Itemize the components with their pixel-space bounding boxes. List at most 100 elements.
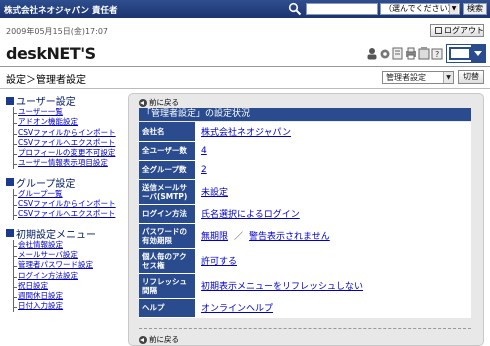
row-key: ヘルプ	[139, 298, 195, 318]
back-link-top[interactable]: 前に戻る	[139, 97, 179, 108]
sidebar-item-login-method[interactable]: ログイン方法設定	[6, 270, 124, 282]
datetime: 2009年05月15日(金)17:07	[6, 27, 109, 36]
sidebar-item-csv-import[interactable]: CSVファイルからインポート	[6, 127, 124, 139]
group-count-link[interactable]: 2	[201, 165, 207, 175]
help-icon[interactable]: ?	[431, 47, 443, 60]
bullet-square-icon	[6, 229, 14, 238]
divider	[0, 88, 490, 89]
search-input[interactable]	[306, 3, 378, 15]
divider	[0, 66, 490, 67]
sidebar-link[interactable]: 週間休日設定	[18, 291, 63, 300]
sidebar-link[interactable]: 管理者パスワード設定	[18, 260, 93, 269]
table-row: リフレッシュ間隔 初期表示メニューをリフレッシュしない	[139, 273, 471, 299]
sidebar-item-weekly-holidays[interactable]: 週間休日設定	[6, 291, 124, 302]
search-button[interactable]: 検索	[463, 3, 487, 15]
sidebar-item-date-input[interactable]: 日付入力設定	[6, 301, 124, 313]
logout-label: ログアウト	[444, 26, 484, 35]
chevron-down-icon: ▼	[449, 4, 458, 14]
login-method-link[interactable]: 氏名選択によるログイン	[201, 210, 300, 220]
section-title-text: 初期設定メニュー	[16, 229, 96, 241]
menu-window-icon	[449, 47, 471, 60]
logout-icon	[435, 27, 442, 34]
sidebar-link[interactable]: メールサーバ設定	[18, 250, 78, 259]
back-arrow-icon	[139, 335, 147, 344]
row-value: 2	[195, 160, 471, 180]
sidebar-item-mail-server[interactable]: メールサーバ設定	[6, 249, 124, 261]
table-row: 全ユーザー数 4	[139, 141, 471, 161]
sidebar-item-profile-lock[interactable]: プロフィールの変更不可設定	[6, 148, 124, 159]
sidebar-section-title: 初期設定メニュー	[6, 227, 124, 241]
search-icon[interactable]	[288, 2, 302, 16]
row-key: 全ユーザー数	[139, 141, 195, 161]
search-scope-select[interactable]: （選んでください） ▼	[380, 3, 460, 15]
sidebar-link[interactable]: CSVファイルへエクスポート	[18, 138, 115, 147]
bullet-square-icon	[6, 178, 14, 187]
sidebar-section-users: ユーザー設定 ユーザー一覧 アドオン機能設定 CSVファイルからインポート CS…	[6, 94, 124, 170]
divider	[139, 328, 471, 329]
menu-toggle-button[interactable]	[446, 44, 486, 63]
back-arrow-icon	[139, 98, 147, 107]
settings-mode-select[interactable]: 管理者設定 ▼	[382, 71, 454, 84]
logout-button[interactable]: ログアウト	[430, 24, 484, 37]
sidebar-item-group-csv-import[interactable]: CSVファイルからインポート	[6, 199, 124, 210]
sidebar-link[interactable]: ユーザー情報表示項目設定	[18, 158, 108, 167]
settings-icon[interactable]	[379, 47, 391, 60]
user-icon[interactable]	[366, 47, 378, 60]
desknets-logo[interactable]: deskNET'S	[6, 44, 96, 63]
sidebar-link[interactable]: CSVファイルからインポート	[18, 199, 116, 208]
sidebar-link[interactable]: 日付入力設定	[18, 301, 63, 310]
company-name-link[interactable]: 株式会社ネオジャパン	[201, 128, 291, 138]
user-count-link[interactable]: 4	[201, 146, 207, 156]
sidebar-item-addon[interactable]: アドオン機能設定	[6, 117, 124, 128]
sidebar-item-admin-password[interactable]: 管理者パスワード設定	[6, 260, 124, 271]
document-icon[interactable]	[392, 47, 404, 60]
sidebar-link[interactable]: 祝日設定	[18, 281, 48, 290]
smtp-link[interactable]: 未設定	[201, 188, 228, 198]
page-title: 設定＞管理者設定	[6, 75, 86, 86]
table-row: パスワードの有効期限 無期限 ／ 警告表示されません	[139, 223, 471, 249]
memo-icon[interactable]	[418, 47, 430, 60]
access-rights-link[interactable]: 許可する	[201, 257, 237, 267]
section-title-text: ユーザー設定	[16, 97, 76, 108]
sidebar-item-company-info[interactable]: 会社情報設定	[6, 239, 124, 251]
back-link-text[interactable]: 前に戻る	[149, 334, 179, 345]
sidebar-link[interactable]: グループ一覧	[18, 189, 63, 198]
switch-button[interactable]: 切替	[458, 70, 484, 84]
svg-text:?: ?	[435, 50, 439, 59]
sidebar-link[interactable]: ユーザー一覧	[18, 107, 63, 116]
logo-net: NET'S	[46, 44, 96, 63]
sidebar-item-group-csv-export[interactable]: CSVファイルへエクスポート	[6, 209, 124, 220]
logo-desk: desk	[6, 44, 47, 63]
settings-table: 会社名 株式会社ネオジャパン 全ユーザー数 4 全グループ数 2 送信メールサーバ(S…	[139, 122, 471, 318]
help-link[interactable]: オンラインヘルプ	[201, 304, 273, 314]
sidebar-link[interactable]: アドオン機能設定	[18, 117, 78, 126]
sidebar-item-group-list[interactable]: グループ一覧	[6, 188, 124, 200]
settings-mode-value: 管理者設定	[386, 73, 426, 82]
sidebar-link[interactable]: プロフィールの変更不可設定	[18, 148, 115, 157]
sidebar-link[interactable]: 会社情報設定	[18, 240, 63, 249]
sidebar-link[interactable]: CSVファイルへエクスポート	[18, 209, 115, 218]
sidebar-link[interactable]: CSVファイルからインポート	[18, 128, 116, 137]
main-panel: 前に戻る 「管理者設定」の設定状況 会社名 株式会社ネオジャパン 全ユーザー数 4 …	[128, 93, 484, 346]
row-value: 無期限 ／ 警告表示されません	[195, 223, 471, 249]
table-row: 個人毎のアクセス権 許可する	[139, 248, 471, 274]
chevron-down-icon	[471, 45, 485, 62]
company-role-label: 株式会社ネオジャパン 責任者	[4, 6, 118, 16]
table-row: 送信メールサーバ(SMTP) 未設定	[139, 179, 471, 205]
row-value: 株式会社ネオジャパン	[195, 122, 471, 142]
password-expiry-link[interactable]: 無期限	[201, 232, 228, 242]
password-warning-link[interactable]: 警告表示されません	[249, 232, 330, 242]
back-link-bottom[interactable]: 前に戻る	[139, 334, 179, 345]
refresh-interval-link[interactable]: 初期表示メニューをリフレッシュしない	[201, 282, 363, 292]
sidebar-section-groups: グループ設定 グループ一覧 CSVファイルからインポート CSVファイルへエクス…	[6, 176, 124, 220]
print-icon[interactable]	[405, 47, 417, 60]
row-value: 未設定	[195, 179, 471, 205]
top-bar: 株式会社ネオジャパン 責任者 （選んでください） ▼ 検索	[0, 0, 490, 18]
sidebar-item-holidays[interactable]: 祝日設定	[6, 280, 124, 292]
table-row: ヘルプ オンラインヘルプ	[139, 298, 471, 318]
sidebar-item-csv-export[interactable]: CSVファイルへエクスポート	[6, 137, 124, 149]
sidebar-item-display-fields[interactable]: ユーザー情報表示項目設定	[6, 158, 124, 170]
back-link-text[interactable]: 前に戻る	[149, 97, 179, 108]
sidebar-link[interactable]: ログイン方法設定	[18, 271, 78, 280]
sidebar-item-user-list[interactable]: ユーザー一覧	[6, 107, 124, 118]
